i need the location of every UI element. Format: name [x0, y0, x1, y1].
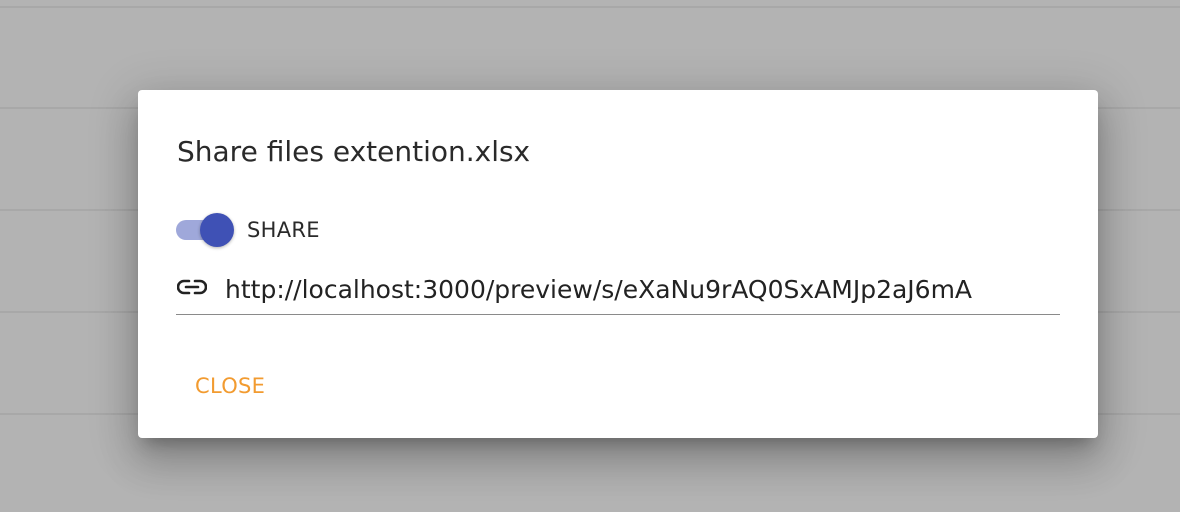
- share-toggle-row: SHARE: [176, 212, 320, 248]
- close-button[interactable]: CLOSE: [195, 374, 265, 398]
- link-icon: [176, 271, 208, 303]
- share-toggle[interactable]: [176, 212, 234, 248]
- share-link-input[interactable]: [225, 269, 1060, 309]
- share-dialog: Share files extention.xlsx SHARE CLOSE: [138, 90, 1098, 438]
- switch-thumb: [200, 213, 234, 247]
- share-link-field: [176, 268, 1060, 315]
- background-divider: [0, 6, 1180, 8]
- share-toggle-label[interactable]: SHARE: [247, 218, 320, 242]
- dialog-title: Share files extention.xlsx: [177, 135, 531, 168]
